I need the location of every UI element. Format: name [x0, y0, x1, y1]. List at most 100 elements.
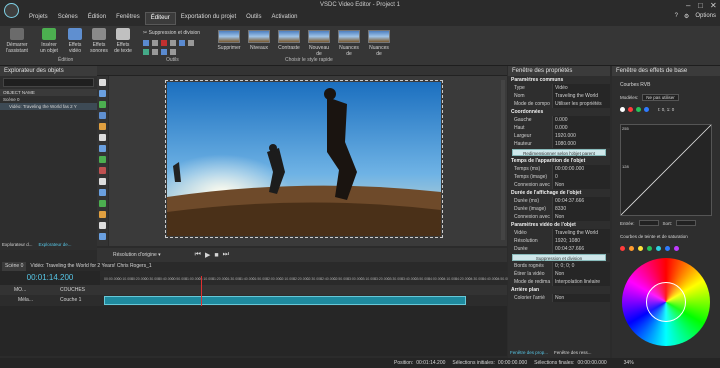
- canvas-scrollbar[interactable]: [501, 80, 505, 240]
- hue-dot[interactable]: [620, 246, 625, 251]
- stop-icon[interactable]: ■: [214, 252, 218, 259]
- properties-tab[interactable]: Fenêtre des ress...: [552, 348, 594, 358]
- explorer-item[interactable]: Vidéo: Traveling the World fas 2 Y: [0, 103, 97, 110]
- help-icon[interactable]: ?: [675, 13, 678, 20]
- track-blend[interactable]: Méla...: [18, 295, 48, 305]
- property-value[interactable]: 0.000: [552, 116, 610, 124]
- property-value[interactable]: 0.000: [552, 124, 610, 132]
- clip-tab[interactable]: Vidéo: Traveling the World for 2 Years! …: [30, 262, 151, 271]
- options-label[interactable]: Options: [695, 13, 716, 20]
- entry-input[interactable]: [638, 220, 659, 226]
- app-logo-icon[interactable]: [4, 3, 19, 18]
- property-section[interactable]: Durée de l'affichage de l'objet: [508, 189, 610, 197]
- position-icon[interactable]: [161, 49, 167, 55]
- property-value[interactable]: Non: [552, 294, 610, 302]
- tool-icon[interactable]: [99, 145, 106, 152]
- play-button-icon[interactable]: ▶: [205, 251, 210, 259]
- property-button[interactable]: Redimensionner selon l'objet parent: [512, 149, 606, 156]
- timeline-ruler[interactable]: 00:00.000 00:10.000 00:20.000 00:30.000 00:4…: [100, 276, 511, 285]
- property-button[interactable]: Suppression et division: [512, 254, 606, 261]
- menu-item[interactable]: Fenêtres: [111, 12, 145, 25]
- property-value[interactable]: Non: [552, 270, 610, 278]
- channel-dot[interactable]: [628, 107, 633, 112]
- explorer-search[interactable]: [3, 78, 94, 87]
- hue-dot[interactable]: [665, 246, 670, 251]
- menu-item[interactable]: Projets: [24, 12, 53, 25]
- hue-dot[interactable]: [629, 246, 634, 251]
- play-icon[interactable]: [143, 49, 149, 55]
- property-value[interactable]: 00:04:37.666: [552, 245, 610, 253]
- tool-icon[interactable]: [99, 167, 106, 174]
- rgb-curve-graph[interactable]: [620, 124, 712, 216]
- property-section[interactable]: Temps de l'apparition de l'objet: [508, 157, 610, 165]
- tool-icon[interactable]: [99, 189, 106, 196]
- property-value[interactable]: 0; 0; 0; 0: [552, 262, 610, 270]
- menu-item[interactable]: Scènes: [53, 12, 83, 25]
- property-section[interactable]: Arrière plan: [508, 286, 610, 294]
- menu-item[interactable]: Édition: [83, 12, 111, 25]
- video-clip[interactable]: [104, 296, 466, 305]
- tool-icon[interactable]: [99, 156, 106, 163]
- hue-dot[interactable]: [674, 246, 679, 251]
- menu-item[interactable]: Activation: [266, 12, 302, 25]
- channel-dot[interactable]: [644, 107, 649, 112]
- scene-tab[interactable]: Scène 0: [2, 262, 27, 271]
- ribbon-button[interactable]: Effets sonores: [86, 28, 112, 54]
- hue-dot[interactable]: [638, 246, 643, 251]
- property-value[interactable]: 1080.000: [552, 140, 610, 148]
- quick-style-thumb[interactable]: Nuances de: [366, 30, 392, 57]
- exit-input[interactable]: [676, 220, 697, 226]
- tool-icon[interactable]: [99, 123, 106, 130]
- selection-box[interactable]: [165, 80, 443, 238]
- tool-icon[interactable]: [99, 200, 106, 207]
- quick-style-thumb[interactable]: Nuances de: [336, 30, 362, 57]
- flip-icon[interactable]: [188, 40, 194, 46]
- property-value[interactable]: 1920.000: [552, 132, 610, 140]
- quick-style-thumb[interactable]: Nouveau de: [306, 30, 332, 57]
- track-layer[interactable]: Couche 1: [60, 295, 100, 305]
- marker-icon[interactable]: [170, 49, 176, 55]
- hue-wheel[interactable]: [622, 258, 710, 346]
- crop-icon[interactable]: [143, 40, 149, 46]
- tool-icon[interactable]: [99, 134, 106, 141]
- quick-style-thumb[interactable]: Niveaux: [246, 30, 272, 51]
- align-icon[interactable]: [170, 40, 176, 46]
- tool-icon[interactable]: [99, 79, 106, 86]
- property-value[interactable]: Traveling the World: [552, 92, 610, 100]
- property-section[interactable]: Paramètres communs: [508, 76, 610, 84]
- maximize-icon[interactable]: □: [698, 1, 703, 10]
- menu-item[interactable]: Exportation du projet: [176, 12, 241, 25]
- tool-icon[interactable]: [99, 101, 106, 108]
- hue-wheel-center[interactable]: [646, 282, 686, 322]
- ribbon-button[interactable]: Effets vidéo: [62, 28, 88, 54]
- prev-frame-icon[interactable]: ⏮: [195, 251, 201, 259]
- ribbon-button[interactable]: Effets de texte: [110, 28, 136, 54]
- tool-icon[interactable]: [99, 90, 106, 97]
- menu-item[interactable]: Outils: [241, 12, 266, 25]
- rotate-icon[interactable]: [152, 40, 158, 46]
- quick-style-thumb[interactable]: Contraste: [276, 30, 302, 51]
- hue-dot[interactable]: [647, 246, 652, 251]
- property-value[interactable]: Non: [552, 213, 610, 221]
- tool-icon[interactable]: [99, 178, 106, 185]
- layer-icon[interactable]: [179, 40, 185, 46]
- property-value[interactable]: 8330: [552, 205, 610, 213]
- ribbon-button[interactable]: Insérer un objet: [36, 28, 62, 54]
- tool-icon[interactable]: [99, 233, 106, 240]
- ribbon-button[interactable]: Démarrer l'assistant: [4, 28, 30, 54]
- hue-dot[interactable]: [656, 246, 661, 251]
- tool-icon[interactable]: [99, 211, 106, 218]
- tool-icon[interactable]: [99, 222, 106, 229]
- property-value[interactable]: 0: [552, 173, 610, 181]
- resize-icon[interactable]: [152, 49, 158, 55]
- models-select[interactable]: Ne pas utiliser: [642, 94, 679, 101]
- property-section[interactable]: Coordonnées: [508, 108, 610, 116]
- delete-icon[interactable]: [161, 40, 167, 46]
- close-icon[interactable]: ✕: [710, 1, 717, 10]
- property-value[interactable]: 00:00:00.000: [552, 165, 610, 173]
- next-frame-icon[interactable]: ⏭: [223, 251, 229, 259]
- property-value[interactable]: 00:04:37.666: [552, 197, 610, 205]
- resolution-select[interactable]: Résolution d'origine ▾: [113, 252, 161, 258]
- quick-style-thumb[interactable]: Supprimer: [216, 30, 242, 51]
- property-value[interactable]: Interpolation linéaire: [552, 278, 610, 286]
